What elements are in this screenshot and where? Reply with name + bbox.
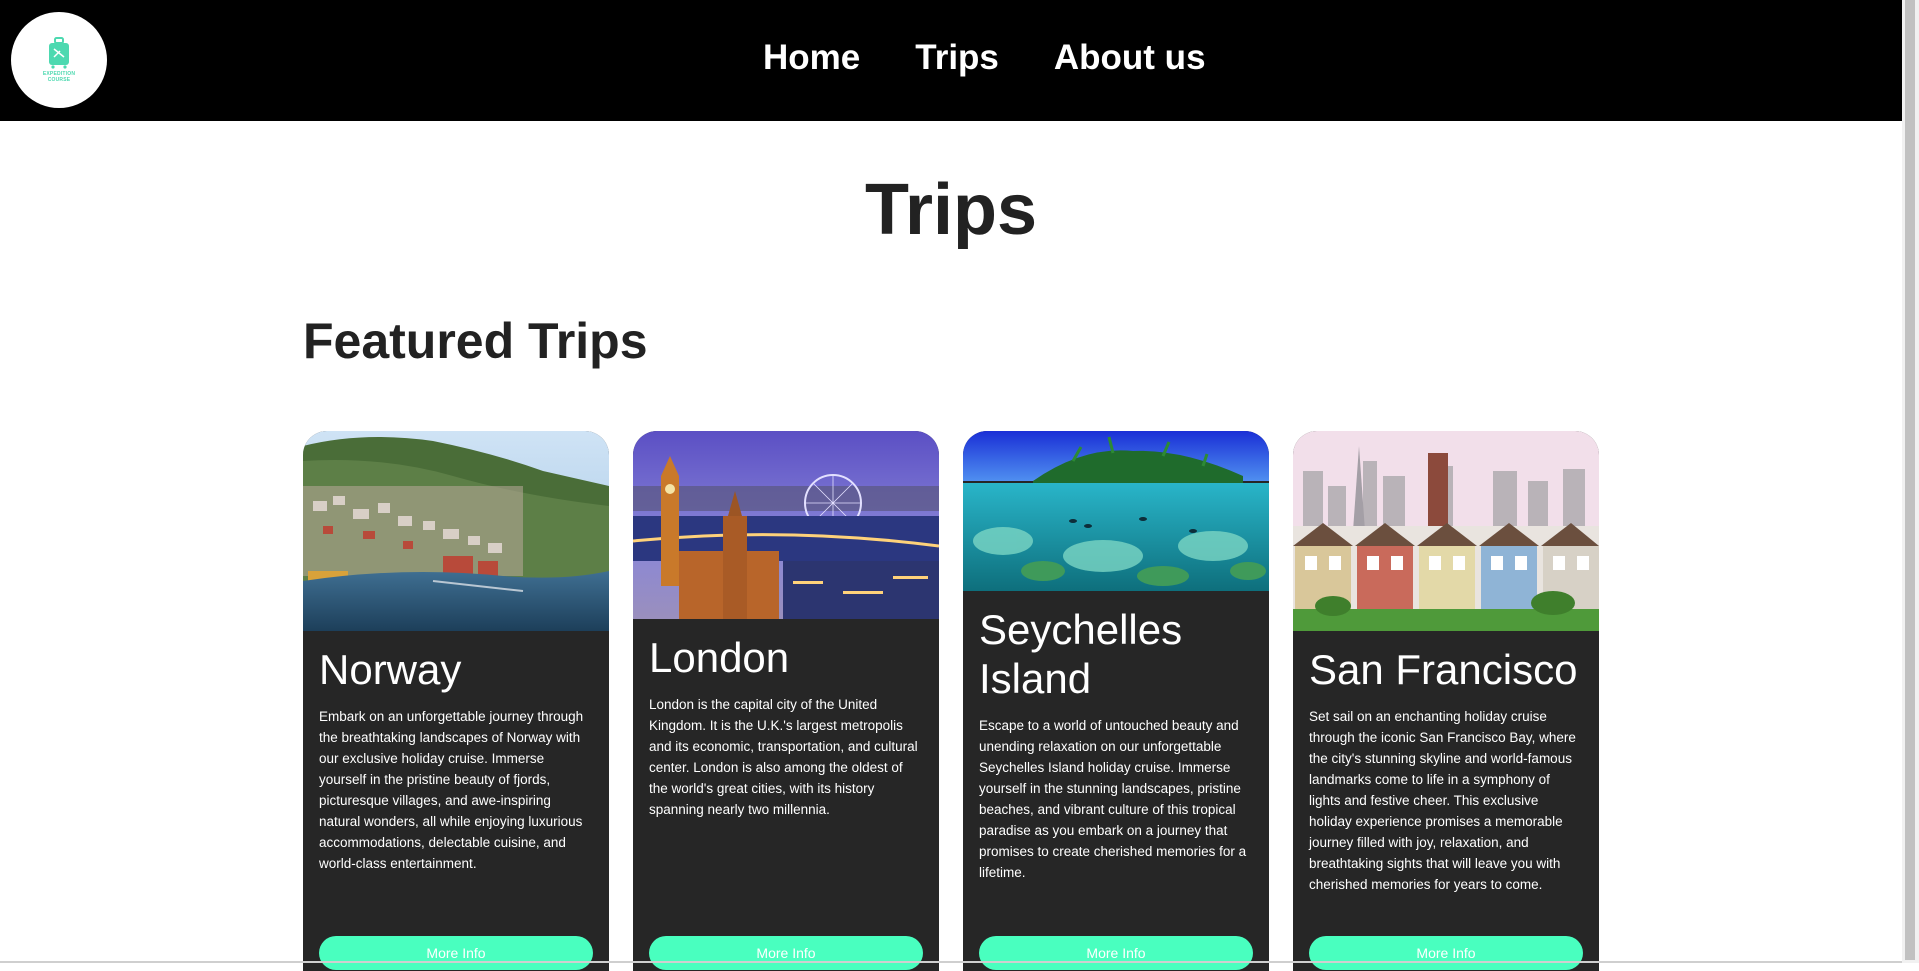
seychelles-image [963, 431, 1269, 591]
london-photo [633, 431, 939, 619]
card-title: Norway [319, 646, 462, 693]
norway-image [303, 431, 609, 631]
san-francisco-photo [1293, 431, 1599, 631]
trip-card-norway: Norway Embark on an unforgettable journe… [303, 431, 609, 971]
trip-card-san-francisco: San Francisco Set sail on an enchanting … [1293, 431, 1599, 971]
logo-text-line2: COURSE [47, 77, 71, 83]
site-logo[interactable]: EXPEDITION COURSE [11, 12, 107, 108]
logo-text: EXPEDITION COURSE [43, 71, 75, 83]
card-description: Escape to a world of untouched beauty an… [979, 718, 1247, 880]
more-info-button[interactable]: More Info [319, 936, 593, 970]
main-nav: Home Trips About us [763, 36, 1206, 80]
trip-card-seychelles: Seychelles Island Escape to a world of u… [963, 431, 1269, 971]
card-title: Seychelles Island [979, 606, 1183, 702]
more-info-button[interactable]: More Info [979, 936, 1253, 970]
san-francisco-image [1293, 431, 1599, 631]
trip-card-london: London London is the capital city of the… [633, 431, 939, 971]
nav-link-home[interactable]: Home [763, 36, 860, 80]
norway-photo [303, 431, 609, 631]
suitcase-icon [49, 37, 69, 69]
top-navbar: EXPEDITION COURSE Home Trips About us [0, 0, 1902, 121]
nav-link-about-us[interactable]: About us [1054, 36, 1206, 80]
card-description: London is the capital city of the United… [649, 697, 918, 817]
section-title: Featured Trips [303, 313, 648, 369]
more-info-button[interactable]: More Info [649, 936, 923, 970]
page-title: Trips [864, 170, 1038, 250]
card-title: London [649, 634, 790, 681]
more-info-button[interactable]: More Info [1309, 936, 1583, 970]
card-description: Set sail on an enchanting holiday cruise… [1309, 709, 1576, 892]
scrollbar-thumb[interactable] [1905, 0, 1915, 960]
card-description: Embark on an unforgettable journey throu… [319, 709, 584, 871]
card-title: San Francisco [1309, 646, 1578, 693]
seychelles-photo [963, 431, 1269, 591]
london-image [633, 431, 939, 619]
nav-link-trips[interactable]: Trips [915, 36, 999, 80]
